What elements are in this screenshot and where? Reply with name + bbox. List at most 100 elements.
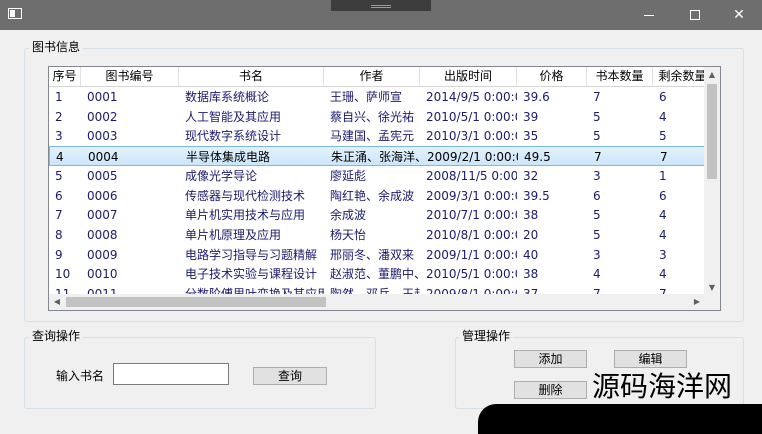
table-cell: 4 (659, 208, 667, 223)
table-cell: 8 (55, 227, 63, 242)
books-grid[interactable]: 序号 图书编号 书名 作者 出版时间 价格 书本数量 剩余数量 1 0001 数据库系统概论 王珊、… (48, 66, 721, 311)
table-cell: 5 (593, 109, 601, 124)
table-cell: 3 (593, 247, 601, 262)
table-cell: 3 (593, 168, 601, 183)
table-cell: 成像光学导论 (185, 168, 258, 183)
table-cell: 6 (593, 188, 601, 203)
vertical-scroll-thumb[interactable] (707, 84, 717, 179)
query-group-label: 查询操作 (29, 329, 84, 343)
table-cell: 0006 (87, 188, 118, 203)
table-cell: 39.6 (523, 90, 550, 104)
table-row[interactable]: 2 0002 人工智能及其应用 蔡自兴、徐光祐 2010/5/1 0:00:0 39 5 4 (49, 107, 705, 127)
table-cell: 0005 (87, 168, 118, 183)
maximize-button[interactable] (672, 0, 718, 30)
table-row[interactable]: 4 0004 半导体集成电路 朱正涌、张海洋、 2009/2/1 0:00:0 49.5 7… (49, 146, 705, 167)
table-row[interactable]: 9 0009 电路学习指导与习题精解 邢丽冬、潘双来 2009/1/1 0:00:0 40… (49, 245, 705, 265)
table-cell: 20 (523, 227, 539, 242)
table-cell: 半导体集成电路 (186, 150, 271, 165)
table-cell: 7 (594, 150, 602, 165)
table-cell: 39 (523, 109, 539, 124)
table-cell: 0007 (87, 208, 118, 223)
table-cell: 3 (659, 247, 667, 262)
table-row[interactable]: 8 0008 单片机原理及应用 杨天怡 2010/8/1 0:00:0 20 5 4 (49, 225, 705, 245)
table-row[interactable]: 5 0005 成像光学导论 廖延彪 2008/11/5 0:00 32 3 1 (49, 166, 705, 186)
column-header[interactable]: 序号 (49, 67, 81, 86)
table-cell: 0008 (87, 227, 118, 242)
table-row[interactable]: 3 0003 现代数字系统设计 马建国、孟宪元 2010/3/1 0:00:0 35 5 5 (49, 126, 705, 146)
title-bar[interactable]: ✕ (0, 0, 762, 30)
table-row[interactable]: 6 0006 传感器与现代检测技术 陶红艳、余成波 2009/3/1 0:00:0 39.… (49, 186, 705, 206)
grid-rows[interactable]: 1 0001 数据库系统概论 王珊、萨师宣 2014/9/5 0:00:0 39.6 7 6 2… (49, 87, 705, 297)
watermark-logo: 源码海洋网 (592, 370, 733, 403)
table-row[interactable]: 10 0010 电子技术实验与课程设计 赵淑范、董鹏中、 2010/5/1 0:00:0… (49, 264, 705, 284)
table-cell: 马建国、孟宪元 (330, 129, 415, 144)
table-cell: 单片机原理及应用 (185, 227, 282, 242)
minimize-button[interactable] (626, 0, 672, 30)
table-cell: 49.5 (524, 150, 551, 165)
table-cell: 2010/7/1 0:00:0 (426, 208, 517, 223)
table-cell: 蔡自兴、徐光祐 (330, 109, 415, 124)
app-icon (8, 8, 22, 19)
table-row[interactable]: 7 0007 单片机实用技术与应用 余成波 2010/7/1 0:00:0 38 5 4 (49, 205, 705, 225)
table-cell: 5 (593, 129, 601, 144)
table-cell: 2010/3/1 0:00:0 (426, 129, 517, 144)
table-cell: 38 (523, 267, 539, 282)
table-cell: 9 (55, 247, 63, 262)
grid-header: 序号 图书编号 书名 作者 出版时间 价格 书本数量 剩余数量 (49, 67, 713, 87)
table-cell: 0010 (87, 267, 118, 282)
table-cell: 0001 (87, 90, 118, 104)
delete-button[interactable]: 删除 (514, 381, 587, 399)
column-header[interactable]: 作者 (324, 67, 420, 86)
books-group-label: 图书信息 (29, 40, 84, 54)
table-cell: 32 (523, 168, 539, 183)
table-cell: 7 (55, 208, 63, 223)
edit-button[interactable]: 编辑 (614, 350, 687, 368)
scroll-corner (704, 294, 720, 310)
maximize-icon (690, 10, 700, 20)
close-button[interactable]: ✕ (716, 0, 762, 30)
table-cell: 陶红艳、余成波 (330, 188, 415, 203)
column-header[interactable]: 书名 (179, 67, 324, 86)
scroll-right-icon[interactable]: ▶ (689, 294, 705, 310)
table-cell: 2008/11/5 0:00 (426, 168, 517, 183)
column-header[interactable]: 出版时间 (420, 67, 517, 86)
table-cell: 5 (659, 129, 667, 144)
table-cell: 单片机实用技术与应用 (185, 208, 306, 223)
table-cell: 电路学习指导与习题精解 (185, 247, 318, 262)
table-cell: 4 (659, 267, 667, 282)
table-cell: 数据库系统概论 (185, 90, 270, 104)
table-cell: 0003 (87, 129, 118, 144)
vertical-scrollbar[interactable]: ▲ ▼ (704, 67, 720, 296)
table-cell: 3 (55, 129, 63, 144)
table-row[interactable]: 1 0001 数据库系统概论 王珊、萨师宣 2014/9/5 0:00:0 39.6 7 6 (49, 87, 705, 107)
table-cell: 6 (55, 188, 63, 203)
table-cell: 0002 (87, 109, 118, 124)
book-name-input[interactable] (113, 363, 229, 385)
table-cell: 39.5 (523, 188, 550, 203)
table-cell: 杨天怡 (330, 227, 367, 242)
column-header[interactable]: 书本数量 (587, 67, 653, 86)
close-icon: ✕ (733, 7, 745, 23)
table-cell: 40 (523, 247, 539, 262)
column-header[interactable]: 图书编号 (81, 67, 179, 86)
table-cell: 现代数字系统设计 (185, 129, 282, 144)
add-button[interactable]: 添加 (514, 350, 587, 368)
query-button[interactable]: 查询 (253, 367, 327, 385)
table-cell: 朱正涌、张海洋、 (331, 150, 421, 165)
table-cell: 4 (659, 227, 667, 242)
scroll-up-icon[interactable]: ▲ (704, 67, 720, 83)
table-cell: 1 (55, 90, 63, 104)
table-cell: 0009 (87, 247, 118, 262)
horizontal-scroll-thumb[interactable] (66, 297, 326, 307)
table-cell: 赵淑范、董鹏中、 (330, 267, 420, 282)
horizontal-scrollbar[interactable]: ◀ ▶ (49, 294, 705, 310)
table-cell: 4 (56, 150, 64, 165)
table-cell: 7 (660, 150, 668, 165)
table-cell: 0004 (88, 150, 119, 165)
table-cell: 5 (55, 168, 63, 183)
drag-grip[interactable] (331, 0, 431, 11)
table-cell: 传感器与现代检测技术 (185, 188, 306, 203)
scroll-left-icon[interactable]: ◀ (49, 294, 65, 310)
column-header[interactable]: 价格 (517, 67, 587, 86)
table-cell: 5 (593, 227, 601, 242)
